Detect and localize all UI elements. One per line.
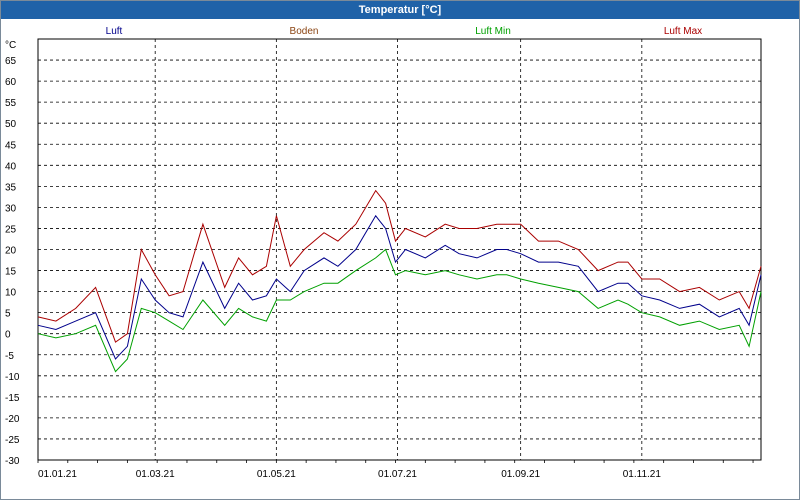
y-tick-label: 5 (5, 309, 11, 320)
y-tick-label: 45 (5, 140, 17, 151)
y-tick-label: -10 (5, 372, 20, 383)
temperature-chart: -30 -25 -20 -15 -10 -5 0 5 10 15 20 25 30 35 40 45 50 55 6… (5, 26, 762, 480)
legend-entry: Luft Max (664, 26, 702, 37)
y-tick-label: -30 (5, 456, 20, 467)
legend-entry: Luft (106, 26, 123, 37)
x-tick-label: 01.11.21 (623, 469, 662, 480)
x-tick-label: 01.07.21 (378, 469, 417, 480)
chart-window: Temperatur [°C] -30 -25 -20 -15 -10 -5 0 5 10 15 2… (0, 0, 800, 500)
x-tick-label: 01.03.21 (136, 469, 175, 480)
y-tick-label: -5 (5, 351, 14, 362)
y-tick-label: 35 (5, 182, 17, 193)
x-tick-label: 01.01.21 (38, 469, 77, 480)
y-tick-label: 30 (5, 203, 17, 214)
legend-entry: Boden (290, 26, 319, 37)
y-tick-label: 50 (5, 119, 17, 130)
y-tick-label: -25 (5, 435, 20, 446)
y-tick-label: 65 (5, 56, 17, 67)
x-tick-label: 01.09.21 (501, 469, 540, 480)
window-title: Temperatur [°C] (1, 1, 799, 19)
legend-entry: Luft Min (475, 26, 511, 37)
y-tick-label: -15 (5, 393, 20, 404)
y-tick-label: 15 (5, 267, 17, 278)
y-tick-label: -20 (5, 414, 20, 425)
y-tick-label: 20 (5, 246, 17, 257)
y-tick-label: 10 (5, 288, 17, 299)
y-tick-label: 60 (5, 77, 17, 88)
y-tick-label: 40 (5, 161, 17, 172)
y-tick-label: 0 (5, 330, 11, 341)
x-tick-label: 01.05.21 (257, 469, 296, 480)
y-axis-label: °C (5, 40, 16, 51)
y-tick-label: 25 (5, 224, 17, 235)
y-tick-label: 55 (5, 98, 17, 109)
